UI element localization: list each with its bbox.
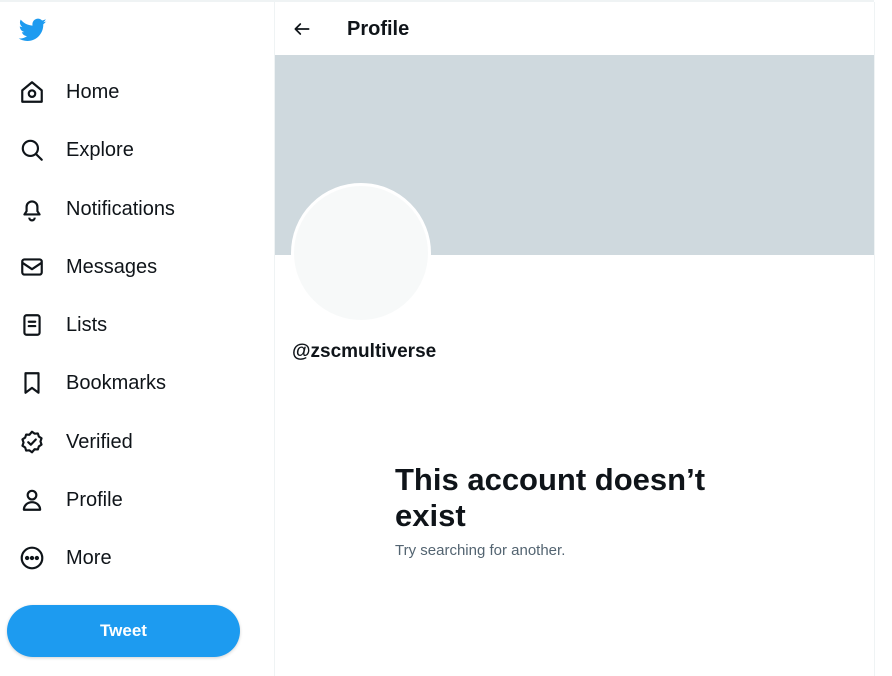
nav-item-profile[interactable]: Profile [0,475,240,525]
nav-label-notifications: Notifications [66,197,175,220]
search-icon [19,137,45,163]
profile-handle: @zscmultiverse [292,341,437,362]
nav-label-home: Home [66,80,120,103]
envelope-icon [19,254,45,280]
arrow-left-icon[interactable] [289,16,315,42]
home-icon [19,79,45,105]
nav-item-more[interactable]: More [0,533,240,583]
nav-label-more: More [66,546,112,569]
verified-badge-icon [19,429,45,455]
nav-item-lists[interactable]: Lists [0,300,240,350]
tweet-button[interactable]: Tweet [7,605,240,657]
sidebar: Home Explore Notifications Messages List… [0,2,274,676]
profile-column: Profile @zscmultiverse This account does… [274,2,875,676]
more-circle-icon [19,545,45,571]
nav-item-bookmarks[interactable]: Bookmarks [0,358,240,408]
bell-icon [19,196,45,222]
twitter-logo-icon[interactable] [18,16,48,44]
bookmark-icon [19,370,45,396]
list-icon [19,312,45,338]
nav-item-notifications[interactable]: Notifications [0,184,240,234]
page-title: Profile [347,18,410,40]
nav-label-explore: Explore [66,138,134,161]
empty-state-title: This account doesn’t exist [395,462,706,533]
nav-item-explore[interactable]: Explore [0,125,240,175]
nav-item-messages[interactable]: Messages [0,242,240,292]
empty-state-subtitle: Try searching for another. [395,542,566,559]
nav-item-home[interactable]: Home [0,67,240,117]
avatar[interactable] [291,183,431,323]
profile-header: Profile [275,2,874,55]
nav-label-profile: Profile [66,488,123,511]
person-icon [19,487,45,513]
nav-label-lists: Lists [66,313,108,336]
nav-label-verified: Verified [66,430,133,453]
nav-label-bookmarks: Bookmarks [66,371,167,394]
nav-item-verified[interactable]: Verified [0,417,240,467]
nav-label-messages: Messages [66,255,158,278]
